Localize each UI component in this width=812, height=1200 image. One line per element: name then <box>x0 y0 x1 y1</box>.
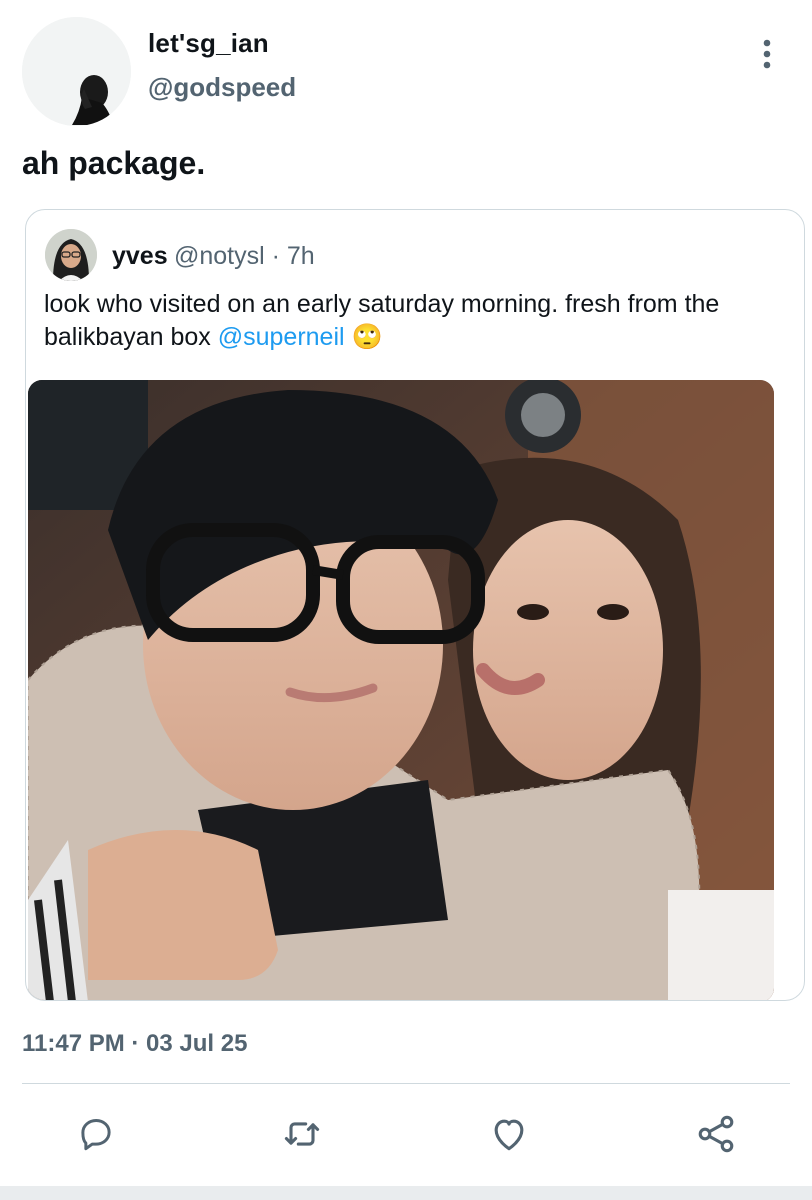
tweet-text: ah package. <box>22 145 206 181</box>
author-display-name[interactable]: let'sg_ian <box>148 28 269 59</box>
quoted-author-avatar[interactable] <box>45 229 97 281</box>
retweet-button[interactable] <box>276 1108 328 1160</box>
eye-roll-emoji: 🙄 <box>351 323 383 351</box>
tweet-timestamp[interactable]: 11:47 PM · 03 Jul 25 <box>22 1030 247 1058</box>
share-icon <box>698 1115 734 1153</box>
quoted-author-handle-time: @notysl · 7h <box>174 242 315 270</box>
retweet-icon <box>284 1122 320 1146</box>
quoted-avatar-image <box>45 229 97 281</box>
quoted-author-name[interactable]: yves <box>112 242 168 271</box>
author-handle[interactable]: @godspeed <box>148 72 296 103</box>
like-icon <box>494 1119 524 1151</box>
quoted-tweet[interactable]: yves @notysl · 7h look who visited on an… <box>25 209 805 1001</box>
like-button[interactable] <box>483 1108 535 1160</box>
reply-icon <box>81 1119 111 1151</box>
author-avatar[interactable] <box>22 17 131 126</box>
more-options-button[interactable] <box>756 38 778 70</box>
more-vertical-icon <box>763 39 771 69</box>
bottom-edge <box>0 1186 812 1200</box>
quoted-tweet-photo[interactable] <box>28 380 774 1000</box>
divider <box>22 1083 790 1084</box>
reply-button[interactable] <box>70 1108 122 1160</box>
share-button[interactable] <box>690 1108 742 1160</box>
quoted-tweet-text: look who visited on an early saturday mo… <box>44 288 784 354</box>
avatar-image <box>22 17 131 126</box>
selfie-photo-image <box>28 380 774 1000</box>
mention-link[interactable]: @superneil <box>218 323 345 351</box>
